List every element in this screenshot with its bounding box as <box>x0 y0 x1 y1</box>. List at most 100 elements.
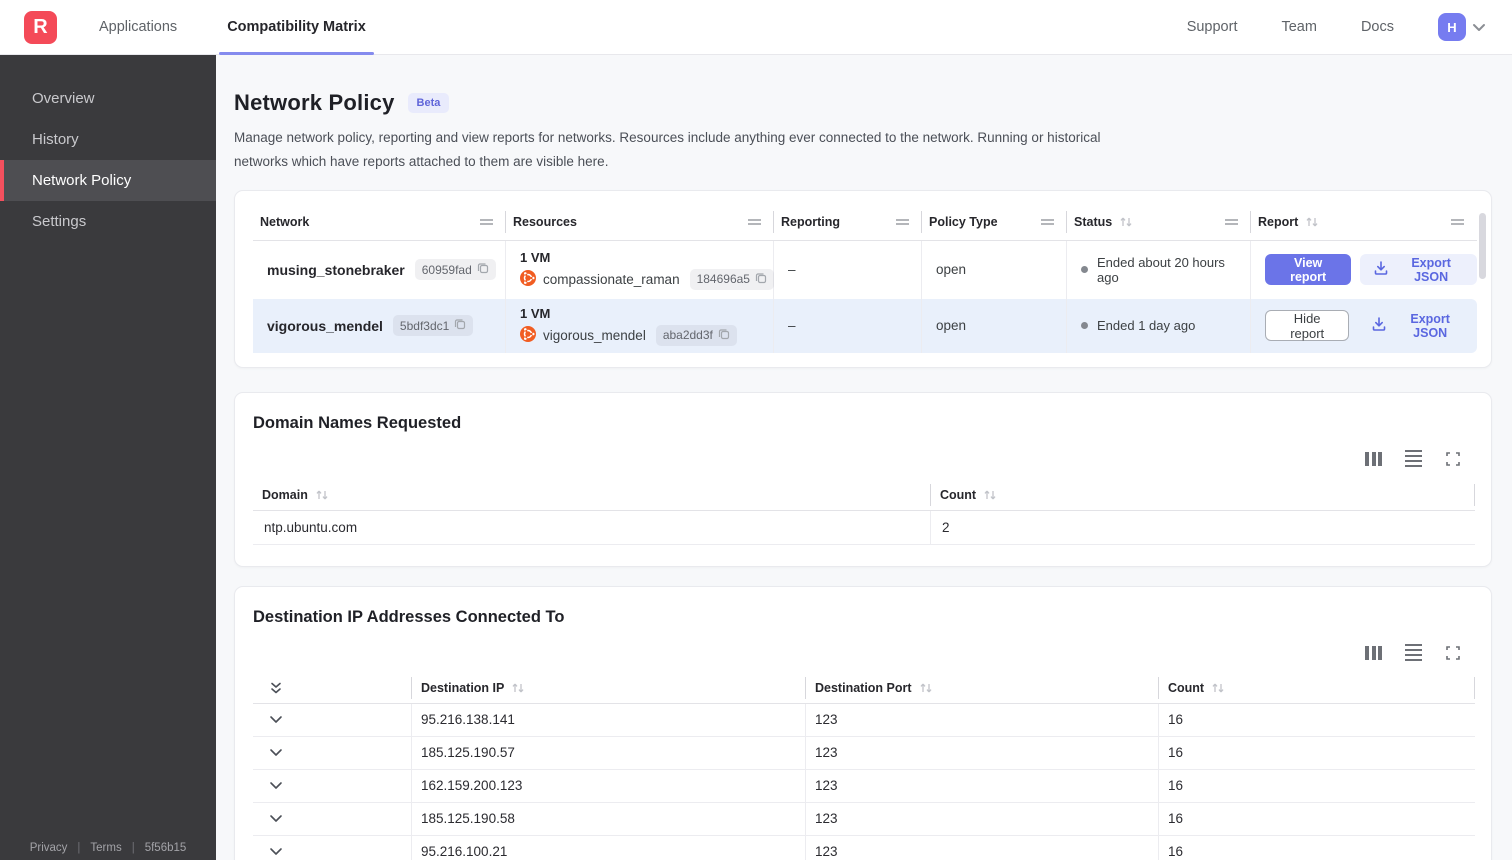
networks-card: Network Resources Reporting Policy Type … <box>234 189 1492 368</box>
column-header-destination-ip[interactable]: Destination IP <box>412 673 806 703</box>
destinations-card: Destination IP Addresses Connected To De… <box>234 585 1492 860</box>
nav-link-team[interactable]: Team <box>1281 19 1316 35</box>
column-label: Count <box>1168 681 1205 696</box>
destination-row: 162.159.200.123 123 16 <box>253 769 1475 803</box>
sort-icon[interactable] <box>1119 216 1133 228</box>
status-cell: Ended about 20 hours ago <box>1067 240 1251 299</box>
drag-handle-icon[interactable] <box>747 218 762 226</box>
column-header-reporting[interactable]: Reporting <box>774 204 922 240</box>
columns-icon[interactable] <box>1365 451 1382 466</box>
count-value: 2 <box>942 519 950 535</box>
nav-link-docs[interactable]: Docs <box>1361 19 1394 35</box>
drag-handle-icon[interactable] <box>1450 218 1465 226</box>
domain-row: ntp.ubuntu.com 2 <box>253 510 1475 545</box>
vm-os-icon <box>520 269 536 289</box>
privacy-link[interactable]: Privacy <box>30 842 68 854</box>
fullscreen-icon[interactable] <box>1445 451 1461 467</box>
sort-icon[interactable] <box>315 489 329 501</box>
beta-badge: Beta <box>407 93 450 113</box>
column-header-status[interactable]: Status <box>1067 204 1251 240</box>
sort-icon[interactable] <box>919 682 933 694</box>
expand-row-icon[interactable] <box>253 736 412 769</box>
fullscreen-icon[interactable] <box>1445 645 1461 661</box>
sidebar-item-history[interactable]: History <box>0 119 216 160</box>
copy-icon[interactable] <box>477 262 489 277</box>
column-header-count[interactable]: Count <box>931 480 1475 510</box>
destination-port: 123 <box>806 703 1159 736</box>
expand-row-icon[interactable] <box>253 802 412 835</box>
destination-port: 123 <box>806 769 1159 802</box>
hide-report-button[interactable]: Hide report <box>1265 310 1350 342</box>
destination-ip: 162.159.200.123 <box>412 769 806 802</box>
drag-handle-icon[interactable] <box>1224 218 1239 226</box>
copy-icon[interactable] <box>718 328 730 343</box>
column-label: Report <box>1258 215 1299 230</box>
sort-icon[interactable] <box>983 489 997 501</box>
density-icon[interactable] <box>1405 449 1422 468</box>
export-json-button[interactable]: Export JSON <box>1358 310 1477 341</box>
column-label: Destination Port <box>815 681 912 696</box>
status-dot-icon <box>1081 266 1088 274</box>
export-json-button[interactable]: Export JSON <box>1360 254 1477 286</box>
expand-row-icon[interactable] <box>253 769 412 802</box>
destination-row: 185.125.190.58 123 16 <box>253 802 1475 836</box>
column-header-count[interactable]: Count <box>1159 673 1475 703</box>
domains-card: Domain Names Requested Domain Count ntp.… <box>234 391 1492 567</box>
expand-row-icon[interactable] <box>253 835 412 860</box>
sidebar: Overview History Network Policy Settings… <box>0 55 216 860</box>
expand-row-icon[interactable] <box>253 703 412 736</box>
reporting-value: – <box>774 298 922 353</box>
sort-icon[interactable] <box>511 682 525 694</box>
count-value: 16 <box>1168 811 1184 827</box>
vm-name: compassionate_raman <box>543 271 680 287</box>
view-report-button[interactable]: View report <box>1265 254 1352 286</box>
sidebar-item-overview[interactable]: Overview <box>0 78 216 119</box>
terms-link[interactable]: Terms <box>90 842 121 854</box>
top-navbar: R Applications Compatibility Matrix Supp… <box>0 0 1512 55</box>
column-label: Count <box>940 488 977 503</box>
sidebar-item-network-policy[interactable]: Network Policy <box>0 160 216 201</box>
column-header-destination-port[interactable]: Destination Port <box>806 673 1159 703</box>
copy-icon[interactable] <box>454 318 466 333</box>
column-header-network[interactable]: Network <box>253 204 506 240</box>
column-label: Destination IP <box>421 681 505 696</box>
avatar[interactable]: H <box>1438 13 1466 41</box>
sidebar-item-settings[interactable]: Settings <box>0 201 216 242</box>
nav-tab-applications[interactable]: Applications <box>91 0 185 55</box>
network-id-badge: 5bdf3dc1 <box>392 315 474 337</box>
chevron-down-icon[interactable] <box>1472 23 1486 32</box>
network-name: vigorous_mendel <box>267 317 383 334</box>
reporting-value: – <box>774 240 922 299</box>
network-row-musing-stonebraker[interactable]: musing_stonebraker 60959fad 1 VM compass… <box>253 240 1477 299</box>
copy-icon[interactable] <box>755 272 767 287</box>
column-header-policy-type[interactable]: Policy Type <box>922 204 1067 240</box>
expand-all-icon[interactable] <box>253 673 412 703</box>
app-logo[interactable]: R <box>24 10 57 44</box>
drag-handle-icon[interactable] <box>479 218 494 226</box>
sort-icon[interactable] <box>1305 216 1319 228</box>
export-json-label: Export JSON <box>1411 255 1451 284</box>
nav-link-support[interactable]: Support <box>1187 19 1238 35</box>
column-header-report[interactable]: Report <box>1251 204 1477 240</box>
page-title: Network Policy <box>234 90 395 115</box>
column-header-domain[interactable]: Domain <box>253 480 931 510</box>
density-icon[interactable] <box>1405 643 1422 662</box>
destination-row: 95.216.138.141 123 16 <box>253 703 1475 737</box>
domains-card-title: Domain Names Requested <box>253 413 462 432</box>
table-scrollbar[interactable] <box>1479 212 1486 279</box>
sort-icon[interactable] <box>1211 682 1225 694</box>
network-row-vigorous-mendel[interactable]: vigorous_mendel 5bdf3dc1 1 VM vigorous_m… <box>253 298 1477 353</box>
drag-handle-icon[interactable] <box>895 218 910 226</box>
vm-count: 1 VM <box>520 305 551 321</box>
destinations-toolbar <box>253 643 1461 662</box>
drag-handle-icon[interactable] <box>1040 218 1055 226</box>
vm-id-badge: aba2dd3f <box>655 324 737 346</box>
column-label: Resources <box>513 215 577 230</box>
footer-divider: | <box>77 842 81 854</box>
destination-port: 123 <box>806 802 1159 835</box>
vm-id-badge: 184696a5 <box>689 268 774 290</box>
column-header-resources[interactable]: Resources <box>506 204 774 240</box>
nav-tab-compatibility-matrix[interactable]: Compatibility Matrix <box>219 0 374 55</box>
status-text: Ended 1 day ago <box>1097 318 1196 334</box>
columns-icon[interactable] <box>1365 645 1382 660</box>
